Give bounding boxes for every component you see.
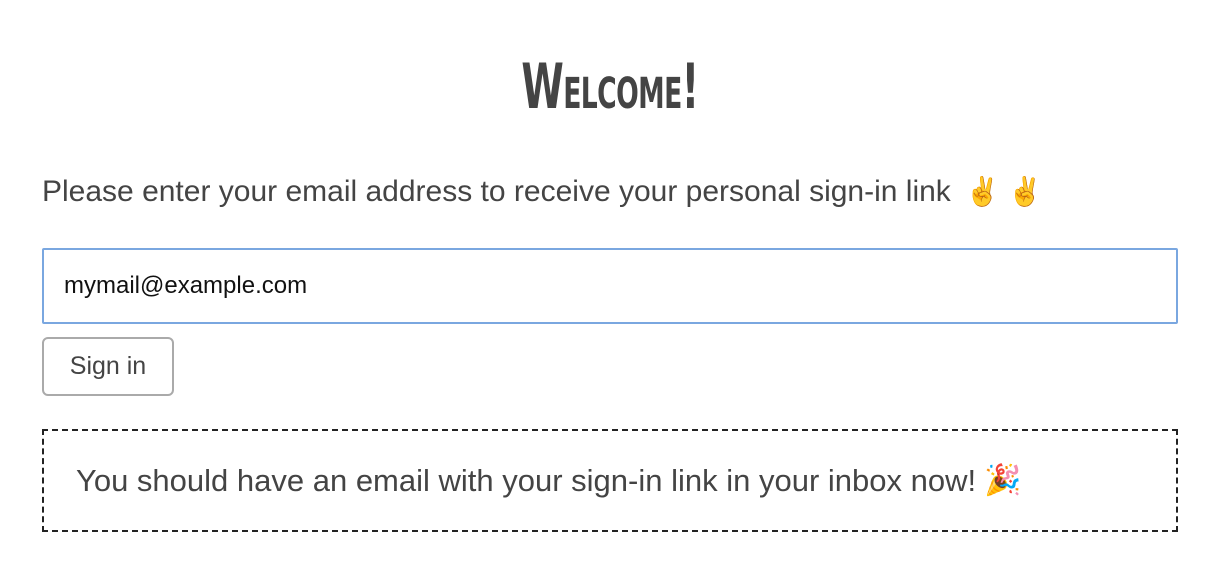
- success-message-text: You should have an email with your sign-…: [76, 462, 977, 498]
- party-popper-icon: 🎉: [984, 464, 1022, 497]
- page-title: Welcome!: [521, 49, 699, 123]
- email-field[interactable]: [42, 248, 1178, 324]
- intro-text-container: Please enter your email address to recei…: [42, 172, 1043, 212]
- success-message: You should have an email with your sign-…: [42, 429, 1178, 532]
- victory-hand-icon: ✌️ ✌️: [965, 176, 1043, 207]
- intro-text: Please enter your email address to recei…: [42, 175, 951, 208]
- sign-in-button[interactable]: Sign in: [42, 337, 174, 396]
